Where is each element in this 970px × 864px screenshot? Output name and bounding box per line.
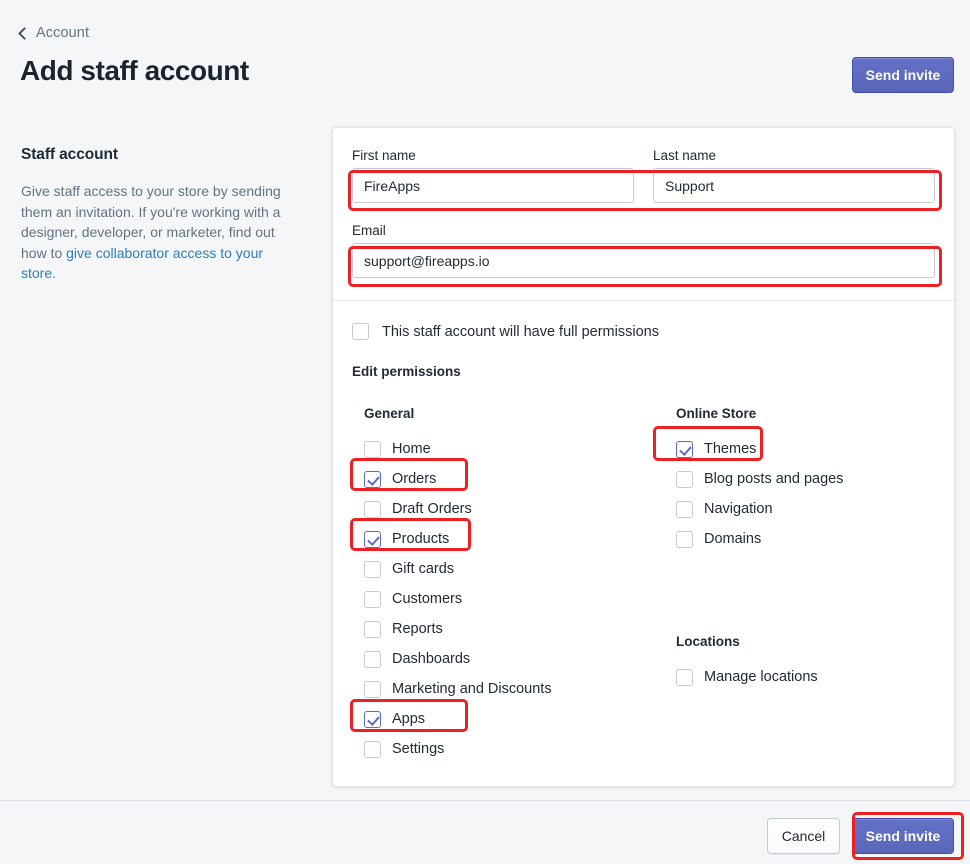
last-name-field-group: Last name [653, 148, 935, 203]
permissions-section: This staff account will have full permis… [333, 301, 954, 786]
group-title-online-store: Online Store [676, 406, 757, 421]
permission-label-orders: Orders [392, 471, 437, 487]
permission-label-marketing-and-discounts: Marketing and Discounts [392, 681, 552, 697]
checkbox-dashboards[interactable] [364, 650, 381, 668]
checkbox-gift-cards[interactable] [364, 560, 381, 578]
name-row: First name Last name [352, 148, 935, 203]
permission-row-reports[interactable]: Reports [364, 614, 676, 644]
last-name-label: Last name [653, 148, 717, 163]
edit-permissions-title: Edit permissions [352, 364, 461, 379]
permission-row-navigation[interactable]: Navigation [676, 494, 926, 524]
email-label: Email [352, 223, 386, 238]
permission-label-themes: Themes [704, 441, 757, 457]
permission-row-draft-orders[interactable]: Draft Orders [364, 494, 676, 524]
aside-text-part2: . [52, 265, 57, 281]
permission-label-manage-locations: Manage locations [704, 669, 818, 685]
permission-label-apps: Apps [392, 711, 426, 727]
aside-text: Give staff access to your store by sendi… [21, 181, 283, 284]
permission-group-online-store: Online Store Themes Blog posts and pages [676, 406, 926, 764]
permission-row-blog-posts-and-pages[interactable]: Blog posts and pages [676, 464, 926, 494]
email-field-group: Email [352, 223, 935, 278]
permission-label-draft-orders: Draft Orders [392, 501, 472, 517]
full-permissions-label: This staff account will have full permis… [382, 323, 659, 340]
permission-row-dashboards[interactable]: Dashboards [364, 644, 676, 674]
first-name-field-group: First name [352, 148, 634, 203]
checkbox-orders[interactable] [364, 470, 381, 488]
first-name-label: First name [352, 148, 416, 163]
checkbox-manage-locations[interactable] [676, 668, 693, 686]
checkbox-themes[interactable] [676, 440, 693, 458]
permission-row-domains[interactable]: Domains [676, 524, 926, 554]
permission-group-locations: Locations Manage locations [676, 634, 926, 692]
permission-label-home: Home [392, 441, 431, 457]
permission-group-general: General Home Orders Draft Orders Product… [364, 406, 676, 764]
full-permissions-checkbox[interactable] [352, 323, 369, 340]
checkbox-blog-posts-and-pages[interactable] [676, 470, 693, 488]
checkbox-marketing-and-discounts[interactable] [364, 680, 381, 698]
permission-label-navigation: Navigation [704, 501, 773, 517]
header-send-invite-button[interactable]: Send invite [852, 57, 954, 93]
permission-row-gift-cards[interactable]: Gift cards [364, 554, 676, 584]
permission-row-settings[interactable]: Settings [364, 734, 676, 764]
permission-label-products: Products [392, 531, 450, 547]
cancel-button[interactable]: Cancel [767, 818, 840, 854]
permission-label-reports: Reports [392, 621, 443, 637]
full-permissions-row[interactable]: This staff account will have full permis… [352, 323, 935, 340]
permission-label-settings: Settings [392, 741, 445, 757]
permission-label-customers: Customers [392, 591, 463, 607]
checkbox-draft-orders[interactable] [364, 500, 381, 518]
checkbox-home[interactable] [364, 440, 381, 458]
permission-row-products[interactable]: Products [364, 524, 676, 554]
permission-row-themes[interactable]: Themes [676, 434, 926, 464]
checkbox-domains[interactable] [676, 530, 693, 548]
permission-row-apps[interactable]: Apps [364, 704, 676, 734]
footer-divider [0, 800, 970, 801]
permission-label-dashboards: Dashboards [392, 651, 471, 667]
checkbox-products[interactable] [364, 530, 381, 548]
checkbox-reports[interactable] [364, 620, 381, 638]
permission-row-marketing-and-discounts[interactable]: Marketing and Discounts [364, 674, 676, 704]
checkbox-apps[interactable] [364, 710, 381, 728]
permission-row-orders[interactable]: Orders [364, 464, 676, 494]
breadcrumb-label: Account [36, 25, 90, 41]
online-store-checkbox-list: Themes Blog posts and pages Navigation D… [676, 434, 926, 554]
group-title-locations: Locations [676, 634, 740, 649]
checkbox-navigation[interactable] [676, 500, 693, 518]
general-checkbox-list: Home Orders Draft Orders Products Gift c… [364, 434, 676, 764]
breadcrumb-back-account[interactable]: Account [18, 25, 90, 41]
page-root: Account Add staff account Send invite St… [0, 0, 970, 864]
permission-label-blog-posts-and-pages: Blog posts and pages [704, 471, 844, 487]
permission-label-gift-cards: Gift cards [392, 561, 455, 577]
checkbox-settings[interactable] [364, 740, 381, 758]
permission-row-customers[interactable]: Customers [364, 584, 676, 614]
permission-row-manage-locations[interactable]: Manage locations [676, 662, 926, 692]
first-name-input[interactable] [352, 168, 634, 203]
aside-title: Staff account [21, 146, 118, 163]
permission-columns: General Home Orders Draft Orders Product… [352, 406, 935, 764]
page-title: Add staff account [20, 55, 249, 86]
email-input[interactable] [352, 243, 935, 278]
permission-row-home[interactable]: Home [364, 434, 676, 464]
identity-section: First name Last name Email [333, 128, 954, 300]
checkbox-customers[interactable] [364, 590, 381, 608]
staff-account-description: Staff account Give staff access to your … [21, 146, 283, 284]
permission-label-domains: Domains [704, 531, 762, 547]
staff-account-card: First name Last name Email This staff ac… [332, 127, 955, 787]
chevron-left-icon [18, 27, 31, 40]
footer-send-invite-button[interactable]: Send invite [852, 818, 954, 854]
group-title-general: General [364, 406, 415, 421]
last-name-input[interactable] [653, 168, 935, 203]
footer-actions: Cancel Send invite [767, 818, 954, 854]
